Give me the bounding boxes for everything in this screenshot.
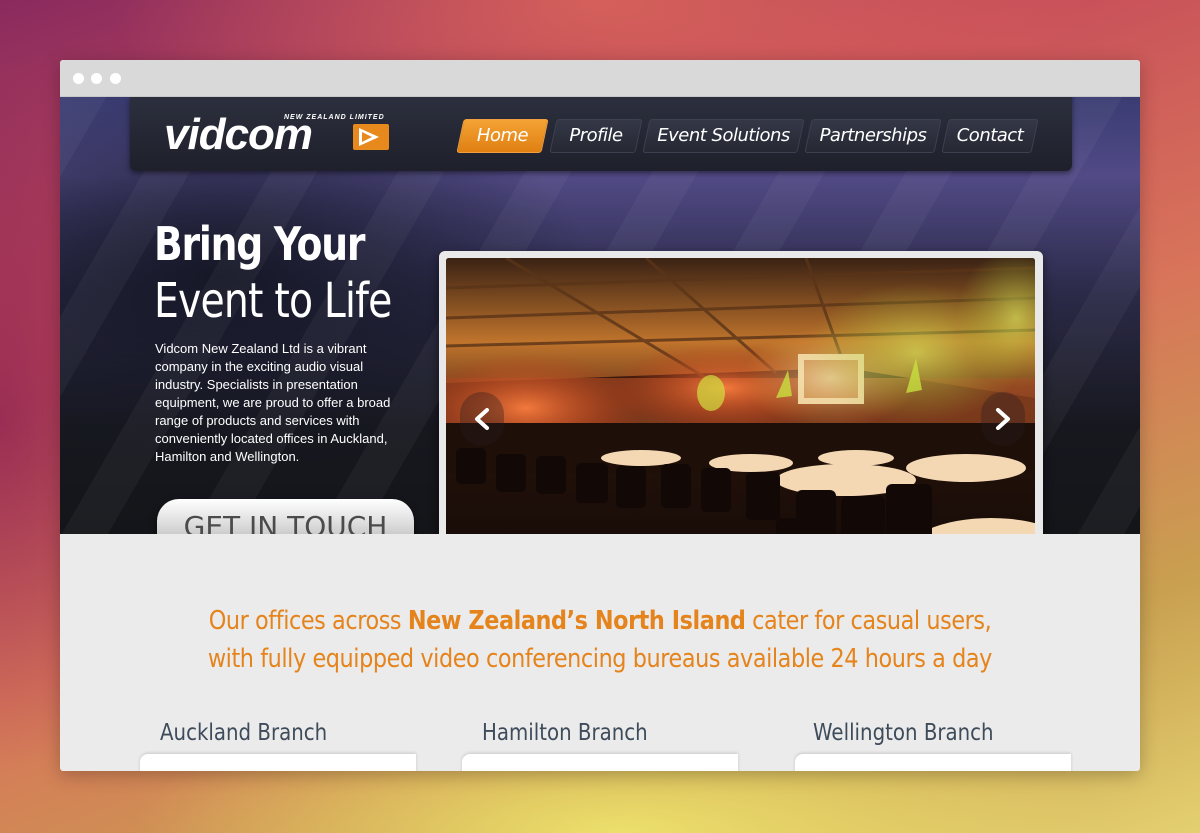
get-in-touch-button[interactable]: GET IN TOUCH	[157, 499, 414, 534]
nav-contact-label: Contact	[956, 125, 1024, 146]
wellington-branch-title: Wellington Branch	[813, 720, 994, 746]
hero-section: NEW ZEALAND LIMITED vidcom Home Profile …	[60, 97, 1140, 534]
offices-line1-bold: New Zealand’s North Island	[407, 606, 746, 636]
offices-line1-post: cater for casual users,	[745, 606, 992, 636]
nav-profile[interactable]: Profile	[549, 119, 643, 153]
slider-next-button[interactable]	[981, 392, 1025, 446]
hamilton-branch-title: Hamilton Branch	[482, 720, 648, 746]
browser-window: NEW ZEALAND LIMITED vidcom Home Profile …	[60, 60, 1140, 771]
vidcom-logo[interactable]: NEW ZEALAND LIMITED vidcom	[164, 111, 394, 159]
hamilton-branch-card[interactable]	[462, 754, 738, 771]
nav-home[interactable]: Home	[456, 119, 549, 153]
nav-event-solutions-label: Event Solutions	[657, 125, 790, 146]
nav-home-label: Home	[476, 125, 529, 146]
offices-tagline-line2: with fully equipped video conferencing b…	[60, 644, 1140, 674]
chevron-right-icon	[996, 408, 1010, 430]
nav-contact[interactable]: Contact	[941, 119, 1039, 153]
auckland-branch-title: Auckland Branch	[160, 720, 328, 746]
get-in-touch-label: GET IN TOUCH	[183, 510, 388, 534]
event-ballroom-photo	[446, 258, 1035, 534]
offices-line1-pre: Our offices across	[208, 606, 408, 636]
hero-headline-line2: Event to Life	[154, 273, 392, 329]
chevron-left-icon	[475, 408, 489, 430]
nav-partnerships-label: Partnerships	[819, 125, 927, 146]
logo-wordmark: vidcom	[164, 110, 313, 159]
image-slider	[439, 251, 1043, 534]
ballroom-illustration	[446, 258, 1035, 534]
nav-event-solutions[interactable]: Event Solutions	[642, 119, 805, 153]
main-navbar: NEW ZEALAND LIMITED vidcom Home Profile …	[130, 97, 1072, 171]
nav-profile-label: Profile	[569, 125, 623, 146]
window-maximize-dot[interactable]	[110, 73, 121, 84]
nav-partnerships[interactable]: Partnerships	[804, 119, 942, 153]
window-close-dot[interactable]	[73, 73, 84, 84]
play-icon	[353, 124, 389, 150]
browser-titlebar	[60, 60, 1140, 97]
slider-prev-button[interactable]	[460, 392, 504, 446]
wellington-branch-card[interactable]	[795, 754, 1071, 771]
window-minimize-dot[interactable]	[91, 73, 102, 84]
auckland-branch-card[interactable]	[140, 754, 416, 771]
offices-tagline-line1: Our offices across New Zealand’s North I…	[60, 606, 1140, 636]
hero-headline-line1: Bring Your	[154, 217, 365, 271]
hero-intro-text: Vidcom New Zealand Ltd is a vibrant comp…	[155, 341, 391, 464]
offices-line2-text: with fully equipped video conferencing b…	[207, 644, 993, 674]
